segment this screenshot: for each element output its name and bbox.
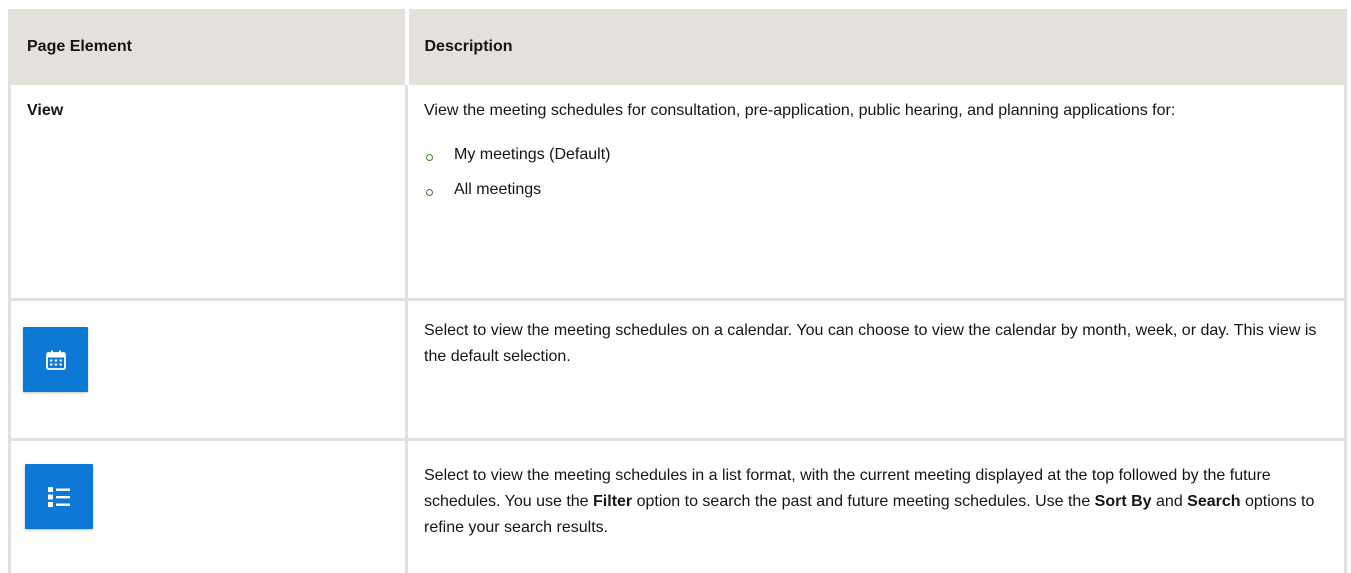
table-header-row: Page Element Description (8, 9, 1347, 85)
option-label: My meetings (Default) (454, 146, 611, 163)
list-item: My meetings (Default) (424, 142, 1328, 168)
table-row: Select to view the meeting schedules on … (8, 298, 1347, 441)
description-cell: Select to view the meeting schedules in … (405, 438, 1347, 573)
term-view: View (27, 102, 64, 119)
bullet-circle-icon (426, 154, 433, 161)
table-row: Select to view the meeting schedules in … (8, 438, 1347, 573)
calendar-icon (45, 350, 66, 370)
view-options-list: My meetings (Default) All meetings (424, 142, 1328, 203)
list-desc-text: option to search the past and future mee… (632, 493, 1095, 510)
description-cell: Select to view the meeting schedules on … (405, 298, 1347, 441)
page-element-table: Page Element Description View View the m… (8, 9, 1347, 573)
term-cell (8, 298, 408, 441)
view-intro-text: View the meeting schedules for consultat… (424, 102, 1176, 119)
list-desc-text: and (1151, 493, 1188, 510)
filter-term: Filter (593, 493, 633, 510)
calendar-view-button[interactable] (23, 327, 88, 392)
term-cell: View (8, 82, 408, 301)
calendar-description: Select to view the meeting schedules on … (424, 322, 1317, 365)
list-description: Select to view the meeting schedules in … (424, 463, 1328, 541)
description-cell: View the meeting schedules for consultat… (405, 82, 1347, 301)
list-item: All meetings (424, 177, 1328, 203)
header-description: Description (404, 9, 1347, 85)
sort-by-term: Sort By (1094, 493, 1152, 510)
list-icon (48, 486, 70, 507)
term-cell (8, 438, 408, 573)
list-view-button[interactable] (25, 464, 93, 529)
option-label: All meetings (454, 181, 542, 198)
header-page-element: Page Element (8, 9, 408, 85)
search-term: Search (1187, 493, 1241, 510)
table-row: View View the meeting schedules for cons… (8, 82, 1347, 301)
bullet-circle-icon (426, 189, 433, 196)
